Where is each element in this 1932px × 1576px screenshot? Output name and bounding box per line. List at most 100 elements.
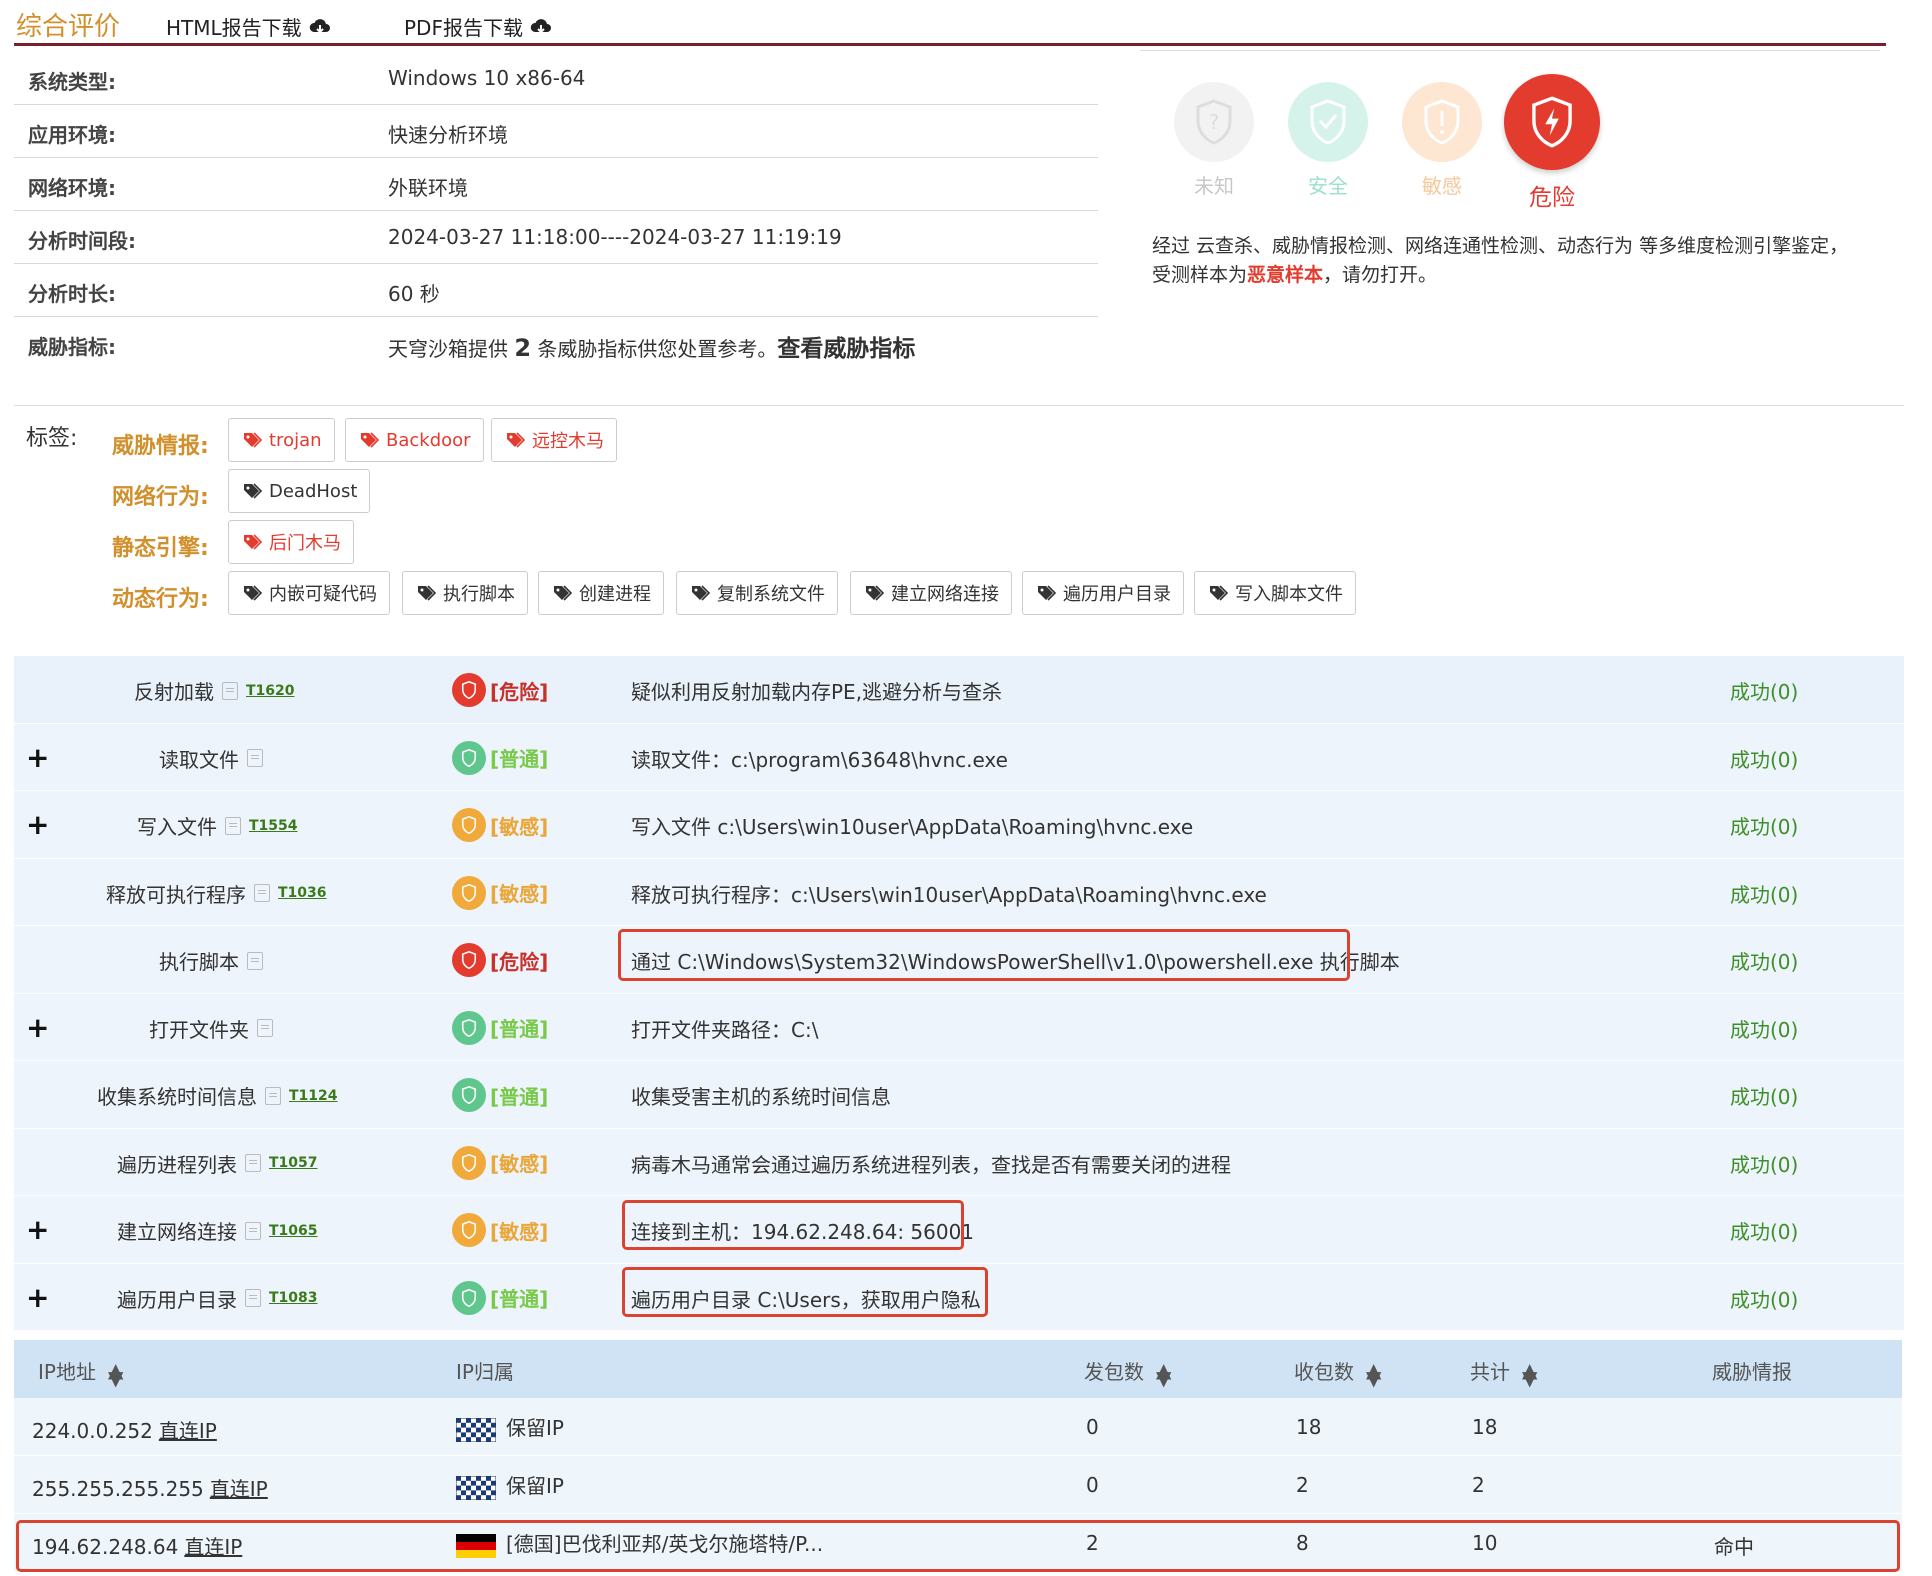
document-icon[interactable] [247,951,263,970]
behavior-row[interactable]: 释放可执行程序 T1036 [敏感] 释放可执行程序：c:\Users\win10us… [14,858,1904,926]
tag-label: Backdoor [386,429,471,451]
sort-icon[interactable]: ▲ ▼ [108,1360,123,1388]
tag-icon [361,432,380,448]
tag-embedded-code[interactable]: 内嵌可疑代码 [228,571,390,615]
direct-ip-badge: 直连IP [209,1477,268,1501]
pdf-download-link[interactable]: PDF报告下载 [404,12,553,41]
technique-id-link[interactable]: T1036 [278,885,327,901]
tag-exec-script[interactable]: 执行脚本 [402,571,528,615]
tag-copy-system-file[interactable]: 复制系统文件 [676,571,838,615]
col-ip[interactable]: IP地址 ▲ ▼ [38,1356,123,1388]
tag-icon [244,432,263,448]
col-sent[interactable]: 发包数 ▲ ▼ [1084,1356,1171,1388]
risk-level-label: [普通] [490,747,549,771]
sort-icon[interactable]: ▲ ▼ [1366,1360,1381,1388]
behavior-row[interactable]: 遍历进程列表 T1057 [敏感] 病毒木马通常会通过遍历系统进程列表，查找是否有需要… [14,1128,1904,1196]
document-icon[interactable] [245,1221,261,1240]
risk-shield-icon [452,1078,486,1112]
tag-label: 创建进程 [579,584,651,605]
verdict-safe-badge [1288,82,1368,162]
info-row-analysis-period: 分析时间段: 2024-03-27 11:18:00----2024-03-27… [14,211,1098,264]
technique-id-link[interactable]: T1083 [269,1290,318,1306]
html-download-link[interactable]: HTML报告下载 [166,12,332,41]
col-recv[interactable]: 收包数 ▲ ▼ [1294,1356,1381,1388]
ip-address[interactable]: 255.255.255.255 [32,1477,204,1501]
risk-shield-icon [452,1145,486,1180]
technique-id-link[interactable]: T1124 [289,1088,338,1104]
behavior-name-label: 执行脚本 [159,950,239,974]
expand-icon[interactable]: + [26,1013,49,1042]
sort-icon[interactable]: ▲ ▼ [1156,1360,1171,1388]
tag-trojan[interactable]: trojan [228,418,335,462]
risk-shield-icon [452,808,486,842]
threat-suffix: 条威胁指标供您处置参考。 [537,337,778,361]
pdf-download-label: PDF报告下载 [404,16,523,40]
behavior-result-link[interactable]: 成功(0) [1730,1081,1798,1110]
behavior-row[interactable]: 反射加载 T1620 [危险] 疑似利用反射加载内存PE,逃避分析与查杀 成功(0) [14,656,1904,724]
behavior-row[interactable]: + 写入文件 T1554 [敏感] 写入文件 c:\Users\win10user\Ap… [14,791,1904,859]
tag-create-process[interactable]: 创建进程 [538,571,664,615]
info-label: 分析时间段: [28,229,136,253]
document-icon[interactable] [222,681,238,700]
view-threat-indicators-link[interactable]: 查看威胁指标 [777,336,915,362]
tag-write-script-file[interactable]: 写入脚本文件 [1194,571,1356,615]
tag-backdoor-trojan[interactable]: 后门木马 [228,520,354,564]
expand-icon[interactable]: + [26,1216,49,1244]
document-icon[interactable] [245,1289,261,1307]
tag-label: 远控木马 [532,431,604,452]
col-threat-intel: 威胁情报 [1712,1360,1792,1384]
document-icon[interactable] [265,1086,281,1105]
col-sent-label: 发包数 [1084,1360,1144,1384]
behavior-result-link[interactable]: 成功(0) [1730,744,1798,773]
document-icon[interactable] [254,884,270,902]
col-total[interactable]: 共计 ▲ ▼ [1470,1356,1537,1388]
document-icon[interactable] [245,1154,261,1172]
ip-address[interactable]: 224.0.0.252 [32,1419,153,1443]
direct-ip-badge: 直连IP [158,1419,217,1443]
tag-remote-trojan[interactable]: 远控木马 [491,418,617,462]
ip-table-row[interactable]: 255.255.255.255 直连IP 保留IP 0 2 2 [14,1456,1902,1514]
shield-lightning-icon [1532,96,1572,148]
ip-table-header: IP地址 ▲ ▼ IP归属 发包数 ▲ ▼ 收包数 ▲ ▼ 共计 ▲ ▼ 威胁情报 [14,1340,1902,1398]
expand-icon[interactable]: + [26,811,49,839]
tag-network-connect[interactable]: 建立网络连接 [850,571,1012,615]
sort-icon[interactable]: ▲ ▼ [1522,1360,1537,1388]
behavior-description: 读取文件：c:\program\63648\hvnc.exe [631,747,1008,772]
behavior-description: 疑似利用反射加载内存PE,逃避分析与查杀 [631,680,1003,704]
behavior-name: 写入文件 T1554 [137,811,298,840]
behavior-row[interactable]: + 打开文件夹 [普通] 打开文件夹路径：C:\ 成功(0) [14,993,1904,1061]
behavior-result-link[interactable]: 成功(0) [1730,676,1798,705]
behavior-result-link[interactable]: 成功(0) [1730,811,1798,840]
info-value: 外联环境 [388,176,468,200]
ip-cell: 255.255.255.255 直连IP [32,1473,268,1502]
tag-deadhost[interactable]: DeadHost [228,469,371,513]
technique-id-link[interactable]: T1057 [269,1155,318,1171]
behavior-result-link[interactable]: 成功(0) [1730,1216,1798,1245]
behavior-result-link[interactable]: 成功(0) [1730,1149,1798,1178]
document-icon[interactable] [247,749,263,767]
technique-id-link[interactable]: T1554 [249,818,298,834]
behavior-result-link[interactable]: 成功(0) [1730,879,1798,908]
expand-icon[interactable]: + [26,743,49,772]
risk-level-label: [危险] [490,679,549,704]
tag-label: 建立网络连接 [891,584,999,605]
behavior-row[interactable]: 收集系统时间信息 T1124 [普通] 收集受害主机的系统时间信息 成功(0) [14,1061,1904,1129]
behavior-name: 反射加载 T1620 [134,676,295,705]
technique-id-link[interactable]: T1620 [246,683,295,699]
document-icon[interactable] [257,1019,273,1037]
page-title: 综合评价 [16,12,121,42]
behavior-name: 释放可执行程序 T1036 [106,879,327,908]
behavior-result-link[interactable]: 成功(0) [1730,1014,1798,1043]
behavior-result-link[interactable]: 成功(0) [1730,1284,1798,1313]
tag-label: 内嵌可疑代码 [269,584,377,605]
behavior-row[interactable]: + 读取文件 [普通] 读取文件：c:\program\63648\hvnc.exe 成… [14,723,1904,791]
risk-level-label: [敏感] [490,882,549,906]
technique-id-link[interactable]: T1065 [269,1223,318,1239]
ip-table-row[interactable]: 224.0.0.252 直连IP 保留IP 0 18 18 [14,1398,1902,1456]
behavior-result-link[interactable]: 成功(0) [1730,946,1798,975]
tag-backdoor[interactable]: Backdoor [345,418,484,462]
tag-traverse-user-dir[interactable]: 遍历用户目录 [1022,571,1184,615]
document-icon[interactable] [225,816,241,835]
expand-icon[interactable]: + [26,1283,49,1312]
tag-icon [1038,585,1057,601]
